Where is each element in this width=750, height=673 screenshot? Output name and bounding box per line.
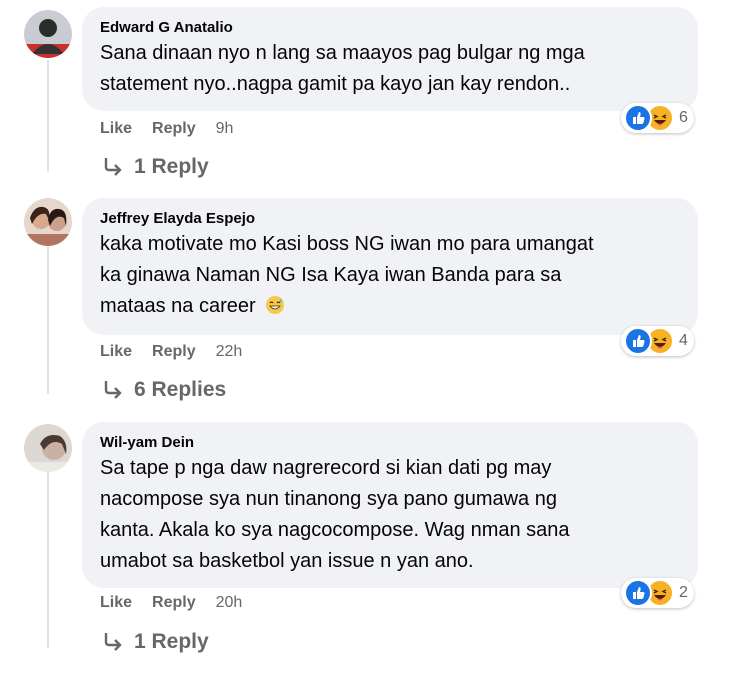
reply-arrow-icon [104,381,122,399]
comment-text: Sana dinaan nyo n lang sa maayos pag bul… [100,38,682,100]
like-button[interactable]: Like [100,594,132,612]
view-replies-link[interactable]: 1 Reply [102,155,209,179]
view-replies-link[interactable]: 6 Replies [102,378,226,402]
comment-line: mataas na career [100,291,682,322]
reply-button[interactable]: Reply [152,120,196,138]
comment-timestamp[interactable]: 22h [216,343,243,361]
comment-bubble: Wil-yam Dein Sa tape p nga daw nagrereco… [82,422,698,588]
comment-line: statement nyo..nagpa gamit pa kayo jan k… [100,73,571,95]
reply-arrow-icon [104,158,122,176]
thread-line [47,246,49,394]
comment-line: kaka motivate mo Kasi boss NG iwan mo pa… [100,233,594,255]
comment-actions: Like Reply 20h [100,594,242,612]
avatar[interactable] [24,10,72,58]
view-replies-link[interactable]: 1 Reply [102,630,209,654]
comment-author[interactable]: Edward G Anatalio [100,18,682,37]
comment-line: umabot sa basketbol yan issue n yan ano. [100,550,474,572]
like-button[interactable]: Like [100,120,132,138]
reply-arrow-icon [104,633,122,651]
reaction-summary[interactable]: 4 [621,326,694,356]
comment-line: Sana dinaan nyo n lang sa maayos pag bul… [100,42,585,64]
like-icon [624,104,652,132]
comment-timestamp[interactable]: 20h [216,594,243,612]
thread-line [47,472,49,648]
comment-timestamp[interactable]: 9h [216,120,234,138]
comment-actions: Like Reply 22h [100,343,242,361]
like-icon [624,327,652,355]
comment-author[interactable]: Wil-yam Dein [100,433,682,452]
reply-button[interactable]: Reply [152,343,196,361]
comment-bubble: Jeffrey Elayda Espejo kaka motivate mo K… [82,198,698,335]
comment-line: Sa tape p nga daw nagrerecord si kian da… [100,457,552,479]
grinning-sweat-emoji [266,296,285,314]
replies-label: 6 Replies [134,378,227,401]
comment-line-text: mataas na career [100,295,256,317]
like-button[interactable]: Like [100,343,132,361]
comment-text: Sa tape p nga daw nagrerecord si kian da… [100,453,682,577]
replies-label: 1 Reply [134,155,209,178]
replies-label: 1 Reply [134,630,209,653]
reaction-count: 2 [679,584,688,601]
reaction-summary[interactable]: 2 [621,578,694,608]
comment-actions: Like Reply 9h [100,120,233,138]
avatar[interactable] [24,424,72,472]
comment-line: ka ginawa Naman NG Isa Kaya iwan Banda p… [100,264,562,286]
reaction-count: 6 [679,109,688,126]
like-icon [624,579,652,607]
comment-text: kaka motivate mo Kasi boss NG iwan mo pa… [100,229,682,322]
comment-bubble: Edward G Anatalio Sana dinaan nyo n lang… [82,7,698,111]
comment-line: nacompose sya nun tinanong sya pano guma… [100,488,557,510]
reaction-count: 4 [679,332,688,349]
thread-line [47,60,49,172]
comment-author[interactable]: Jeffrey Elayda Espejo [100,209,682,228]
comment-line: kanta. Akala ko sya nagcocompose. Wag nm… [100,519,570,541]
reaction-summary[interactable]: 6 [621,103,694,133]
reply-button[interactable]: Reply [152,594,196,612]
avatar[interactable] [24,198,72,246]
